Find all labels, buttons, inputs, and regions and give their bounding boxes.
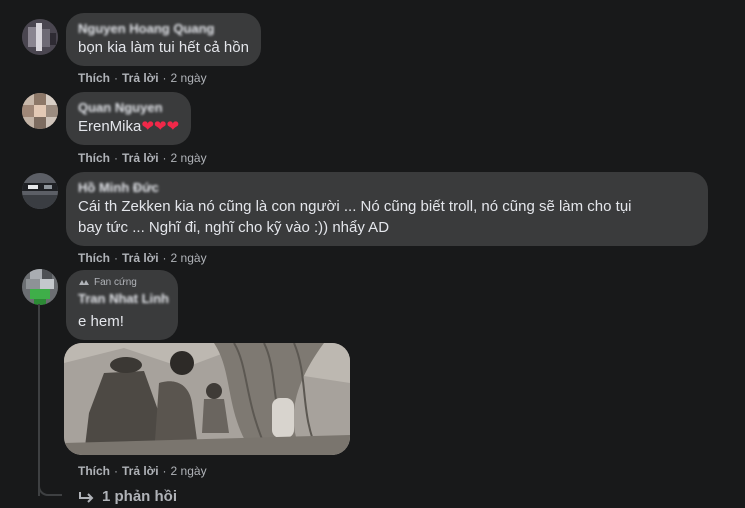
thread-connector-hook [38, 480, 62, 496]
separator-dot: · [162, 151, 167, 165]
comment-timestamp[interactable]: 2 ngày [171, 464, 207, 478]
avatar[interactable] [22, 19, 58, 55]
reply-button[interactable]: Trả lời [122, 151, 159, 165]
comment-author[interactable]: Nguyen Hoang Quang [78, 21, 249, 37]
heart-emoji: ❤❤❤ [141, 118, 180, 135]
comment-photo[interactable] [64, 343, 350, 455]
like-button[interactable]: Thích [78, 464, 110, 478]
reply-button[interactable]: Trả lời [122, 71, 159, 85]
like-button[interactable]: Thích [78, 71, 110, 85]
avatar-image [22, 173, 58, 209]
separator-dot: · [114, 151, 118, 165]
comment-timestamp[interactable]: 2 ngày [171, 151, 207, 165]
comment-actions: Thích · Trả lời · 2 ngày [78, 70, 207, 86]
fan-badge-label: Fan cứng [94, 277, 137, 288]
reply-button[interactable]: Trả lời [122, 464, 159, 478]
comment-actions: Thích · Trả lời · 2 ngày [78, 463, 207, 479]
comment-text: bọn kia làm tui hết cả hồn [78, 39, 249, 56]
comment-text-line: Cái th Zekken kia nó cũng là con người .… [78, 198, 632, 215]
comment-actions: Thích · Trả lời · 2 ngày [78, 150, 207, 166]
comment-text: ErenMika❤❤❤ [78, 116, 179, 137]
comment-thread: Nguyen Hoang Quang bọn kia làm tui hết c… [0, 0, 745, 508]
avatar[interactable] [22, 173, 58, 209]
separator-dot: · [114, 251, 118, 265]
separator-dot: · [162, 71, 167, 85]
reply-arrow-icon [79, 491, 94, 503]
comment-author[interactable]: Tran Nhat Linh [78, 291, 169, 307]
like-button[interactable]: Thích [78, 151, 110, 165]
comment-text-main: ErenMika [78, 118, 142, 135]
avatar[interactable] [22, 269, 58, 305]
comment-bubble: Nguyen Hoang Quang bọn kia làm tui hết c… [66, 13, 261, 66]
separator-dot: · [162, 464, 167, 478]
view-replies-link[interactable]: 1 phản hồi [78, 488, 177, 505]
comment-bubble: Quan Nguyen ErenMika❤❤❤ [66, 92, 192, 145]
comment-timestamp[interactable]: 2 ngày [171, 71, 207, 85]
thread-connector-line [38, 304, 40, 496]
view-replies-label: 1 phản hồi [102, 488, 177, 505]
separator-dot: · [162, 251, 167, 265]
comment-bubble: Hồ Minh Đức Cái th Zekken kia nó cũng là… [66, 172, 708, 246]
comment-bubble: Fan cứng Tran Nhat Linh e hem! [66, 270, 178, 340]
avatar-image [22, 269, 58, 305]
comment-author[interactable]: Quan Nguyen [78, 100, 179, 116]
avatar[interactable] [22, 93, 58, 129]
comment-author[interactable]: Hồ Minh Đức [78, 180, 696, 196]
comment-timestamp[interactable]: 2 ngày [171, 251, 207, 265]
fan-badge-icon [79, 279, 89, 285]
separator-dot: · [114, 71, 118, 85]
manga-panel-image [64, 343, 350, 455]
avatar-image [22, 93, 58, 129]
fan-badge[interactable]: Fan cứng [78, 276, 166, 289]
comment-text: e hem! [78, 313, 124, 330]
comment-text-line: bay tức ... Nghĩ đi, nghĩ cho kỹ vào :))… [78, 219, 390, 236]
avatar-image [22, 19, 58, 55]
separator-dot: · [114, 464, 118, 478]
reply-button[interactable]: Trả lời [122, 251, 159, 265]
like-button[interactable]: Thích [78, 251, 110, 265]
comment-actions: Thích · Trả lời · 2 ngày [78, 250, 207, 266]
